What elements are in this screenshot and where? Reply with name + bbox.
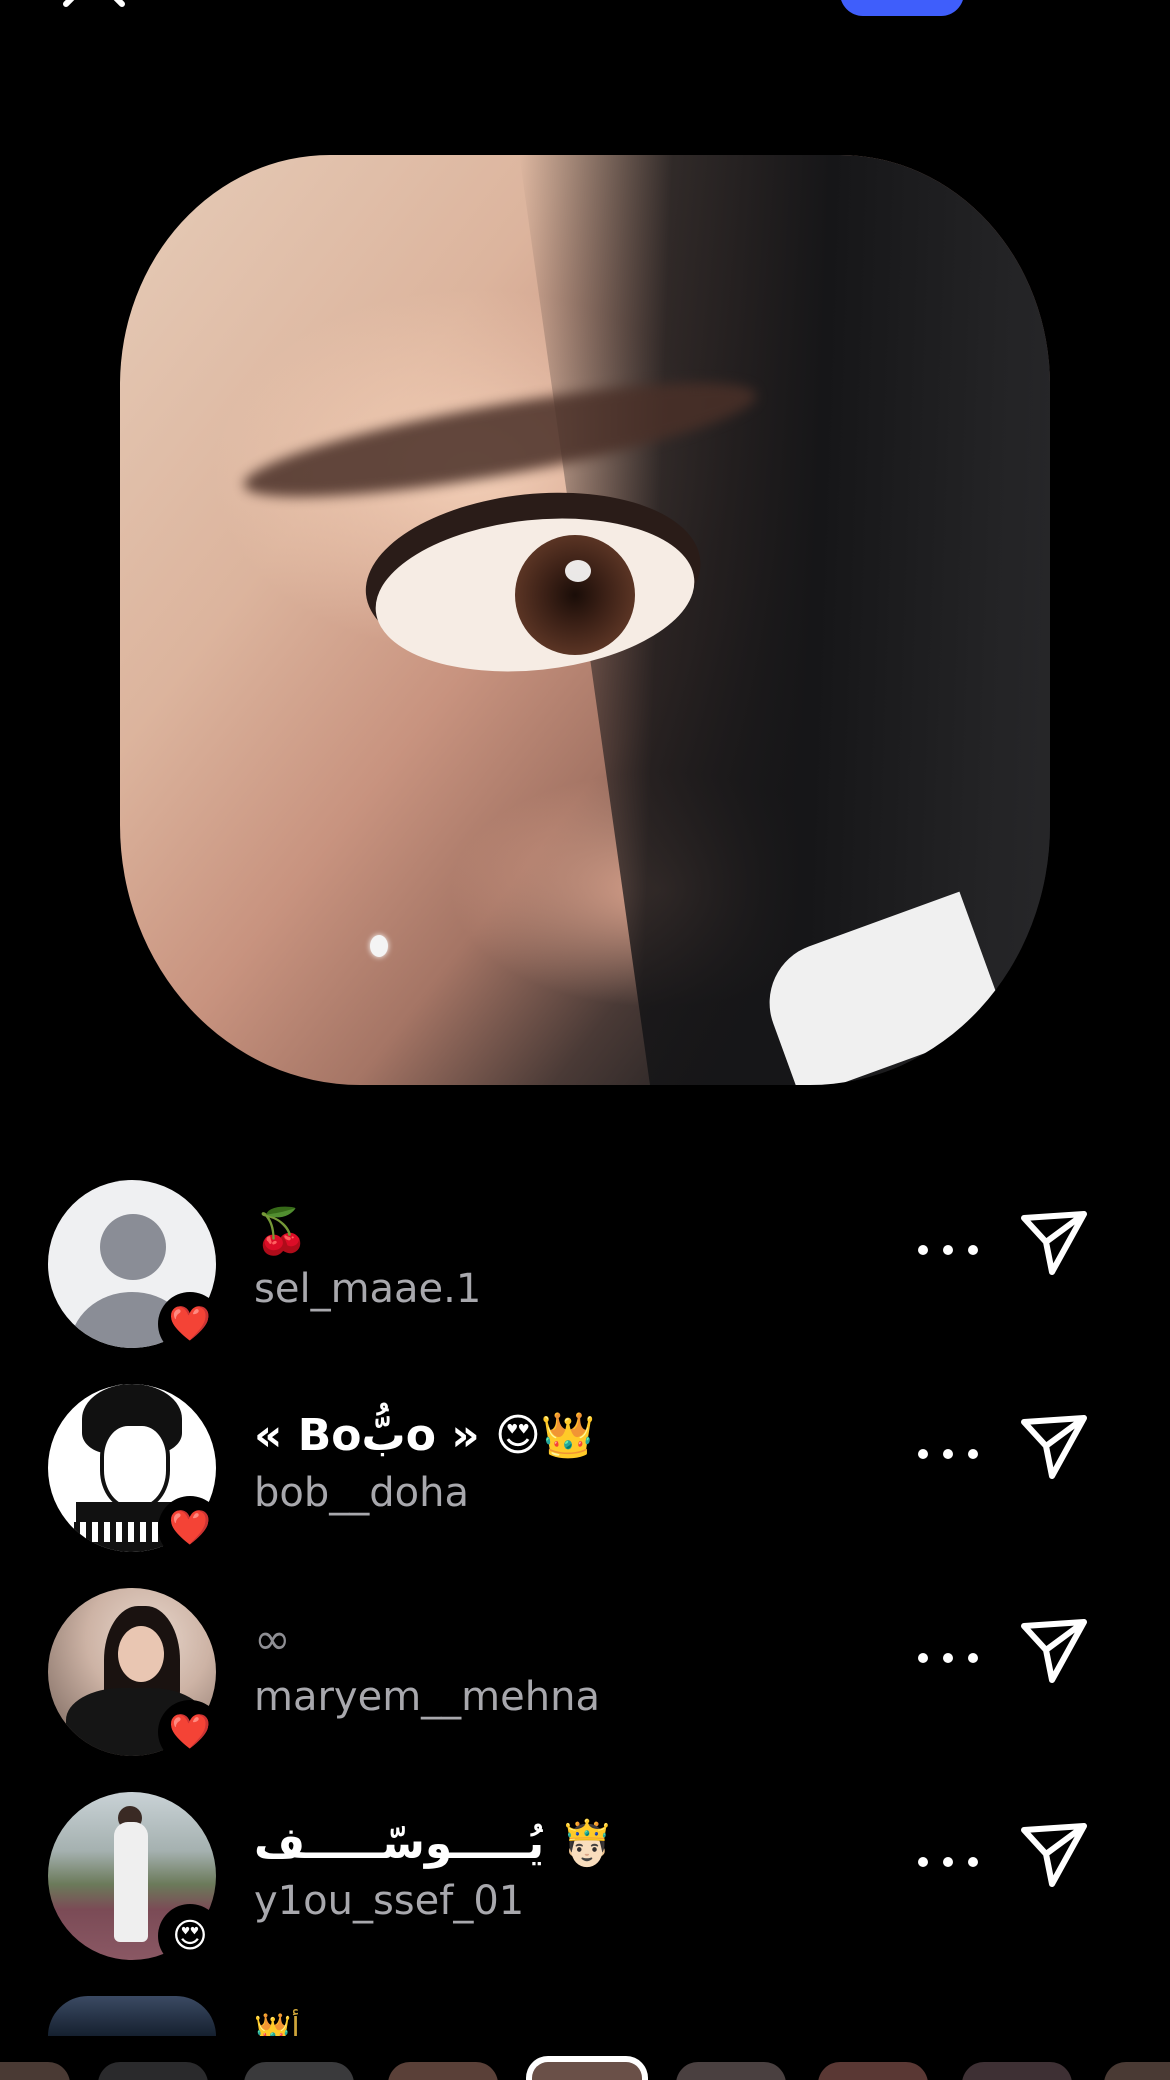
send-icon xyxy=(1021,1211,1087,1275)
story-thumbnail[interactable] xyxy=(98,2062,208,2080)
viewer-username: maryem__mehna xyxy=(254,1674,600,1720)
reaction-badge: ❤️ xyxy=(158,1496,222,1560)
viewer-display-name: 🍒 xyxy=(254,1206,309,1257)
viewer-display-name: ∞ xyxy=(254,1614,291,1665)
story-thumbnail[interactable] xyxy=(676,2062,786,2080)
viewer-display-name: يُـــــوسّـــــف 🤴🏻 xyxy=(254,1818,615,1869)
viewer-username: y1ou_ssef_01 xyxy=(254,1878,525,1924)
story-thumbnail[interactable] xyxy=(962,2062,1072,2080)
more-icon[interactable] xyxy=(918,1842,978,1882)
more-icon[interactable] xyxy=(918,1434,978,1474)
close-icon xyxy=(63,0,125,7)
story-thumbnail[interactable] xyxy=(244,2062,354,2080)
close-button[interactable] xyxy=(62,0,132,14)
viewer-row[interactable]: ❤️ 🍒 sel_maae.1 xyxy=(0,1180,1170,1360)
reaction-badge: ❤️ xyxy=(158,1700,222,1764)
story-thumbnail-active[interactable] xyxy=(526,2056,648,2080)
story-thumbnail-strip[interactable] xyxy=(0,2036,1170,2080)
top-action-button[interactable] xyxy=(840,0,964,16)
story-thumbnail[interactable] xyxy=(818,2062,928,2080)
send-icon xyxy=(1021,1415,1087,1479)
story-thumbnail[interactable] xyxy=(0,2062,70,2080)
send-icon xyxy=(1021,1619,1087,1683)
story-preview-image xyxy=(120,155,1050,1085)
reaction-badge: 😍 xyxy=(158,1904,222,1968)
story-thumbnail[interactable] xyxy=(1104,2062,1170,2080)
avatar[interactable] xyxy=(48,1996,216,2036)
send-button[interactable] xyxy=(1018,1616,1114,1700)
viewer-display-name: « Boبُّo » 😍👑 xyxy=(254,1410,596,1461)
reaction-badge: ❤️ xyxy=(158,1292,222,1356)
viewer-row[interactable]: 😍 يُـــــوسّـــــف 🤴🏻 y1ou_ssef_01 xyxy=(0,1792,1170,1972)
send-icon xyxy=(1021,1823,1087,1887)
send-button[interactable] xyxy=(1018,1820,1114,1904)
story-thumbnail[interactable] xyxy=(388,2062,498,2080)
send-button[interactable] xyxy=(1018,1412,1114,1496)
viewer-username: bob__doha xyxy=(254,1470,469,1516)
viewer-username: sel_maae.1 xyxy=(254,1266,482,1312)
more-icon[interactable] xyxy=(918,1638,978,1678)
viewer-row[interactable]: ❤️ ∞ maryem__mehna xyxy=(0,1588,1170,1768)
send-button[interactable] xyxy=(1018,1208,1114,1292)
more-icon[interactable] xyxy=(918,1230,978,1270)
viewer-row[interactable]: ❤️ « Boبُّo » 😍👑 bob__doha xyxy=(0,1384,1170,1564)
